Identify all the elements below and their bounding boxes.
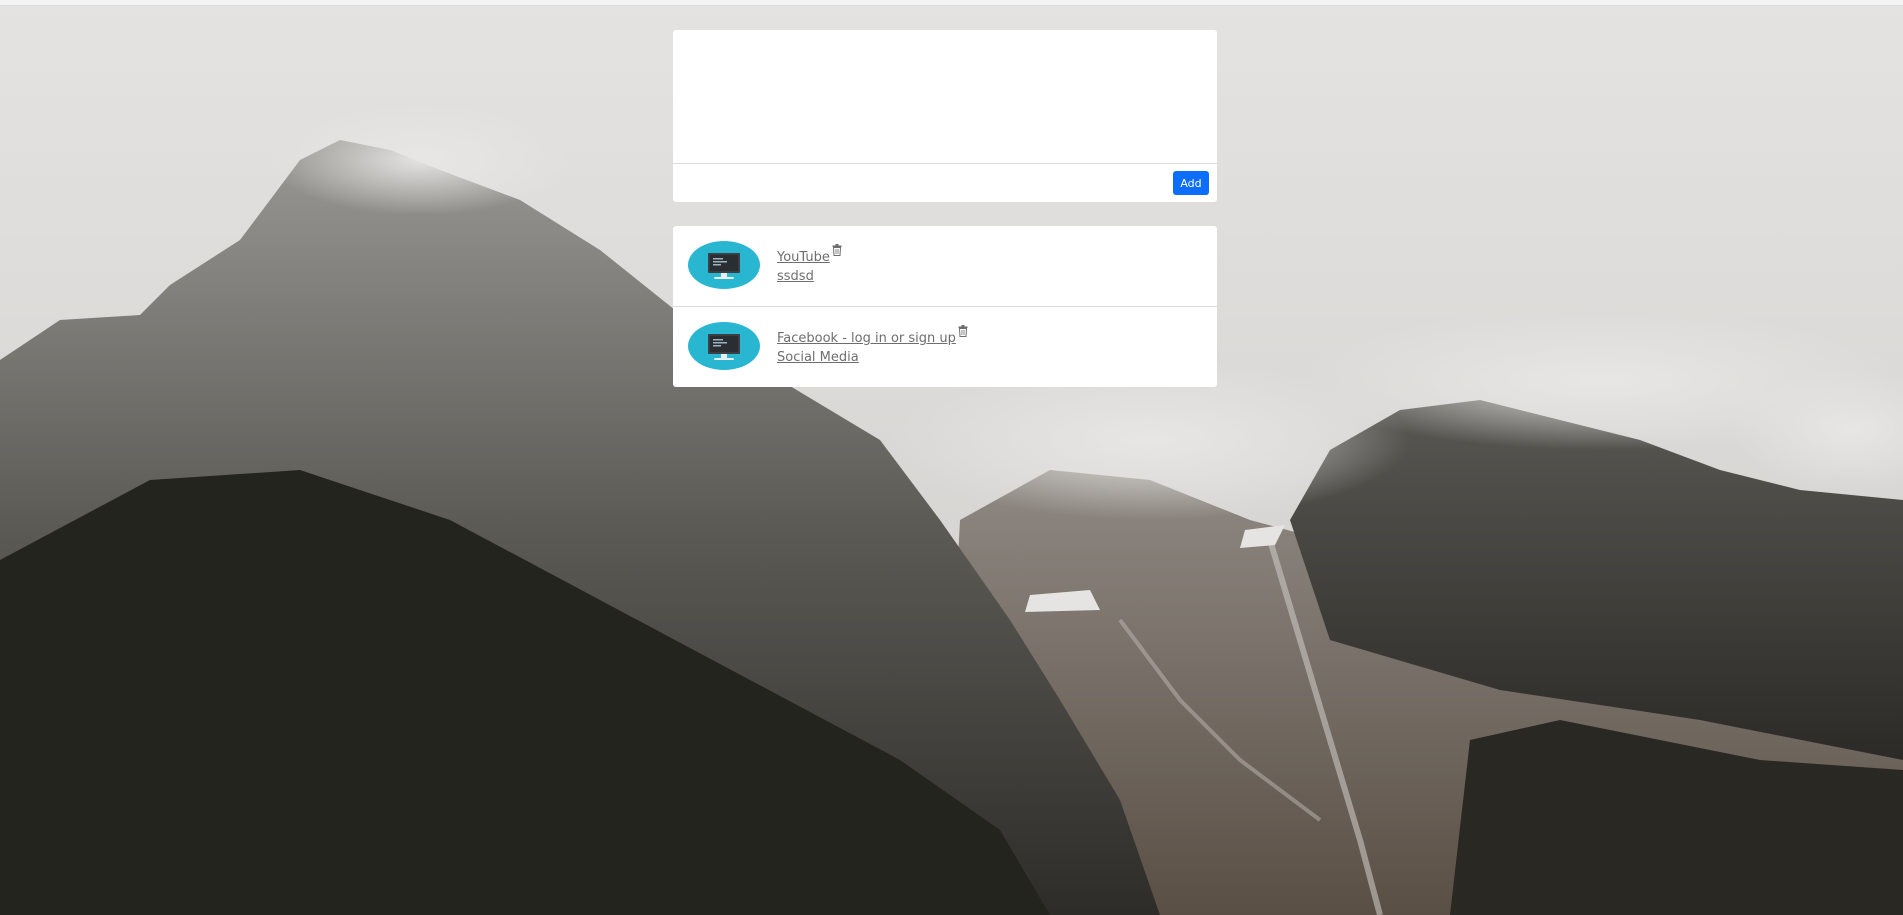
- add-bookmark-card: Add: [673, 30, 1217, 202]
- bookmark-title-link[interactable]: Facebook - log in or sign up: [777, 325, 968, 348]
- list-item[interactable]: Facebook - log in or sign up Social Medi…: [673, 306, 1217, 387]
- trash-icon[interactable]: [832, 244, 842, 256]
- trash-icon[interactable]: [958, 325, 968, 337]
- add-button[interactable]: Add: [1173, 171, 1209, 195]
- monitor-icon: [688, 241, 760, 289]
- bookmark-subtitle[interactable]: Social Media: [777, 348, 968, 367]
- bookmark-subtitle[interactable]: ssdsd: [777, 267, 842, 286]
- monitor-icon: [688, 322, 760, 370]
- composer-divider: [673, 163, 1217, 164]
- bookmark-title[interactable]: Facebook - log in or sign up: [777, 331, 956, 346]
- bookmark-list: YouTube ssdsd Facebook - log in or sign …: [673, 226, 1217, 387]
- browser-top-strip: [0, 0, 1903, 6]
- bookmark-title[interactable]: YouTube: [777, 250, 830, 265]
- list-item[interactable]: YouTube ssdsd: [673, 226, 1217, 306]
- bookmark-input[interactable]: [673, 30, 1217, 163]
- bookmark-title-link[interactable]: YouTube: [777, 244, 842, 267]
